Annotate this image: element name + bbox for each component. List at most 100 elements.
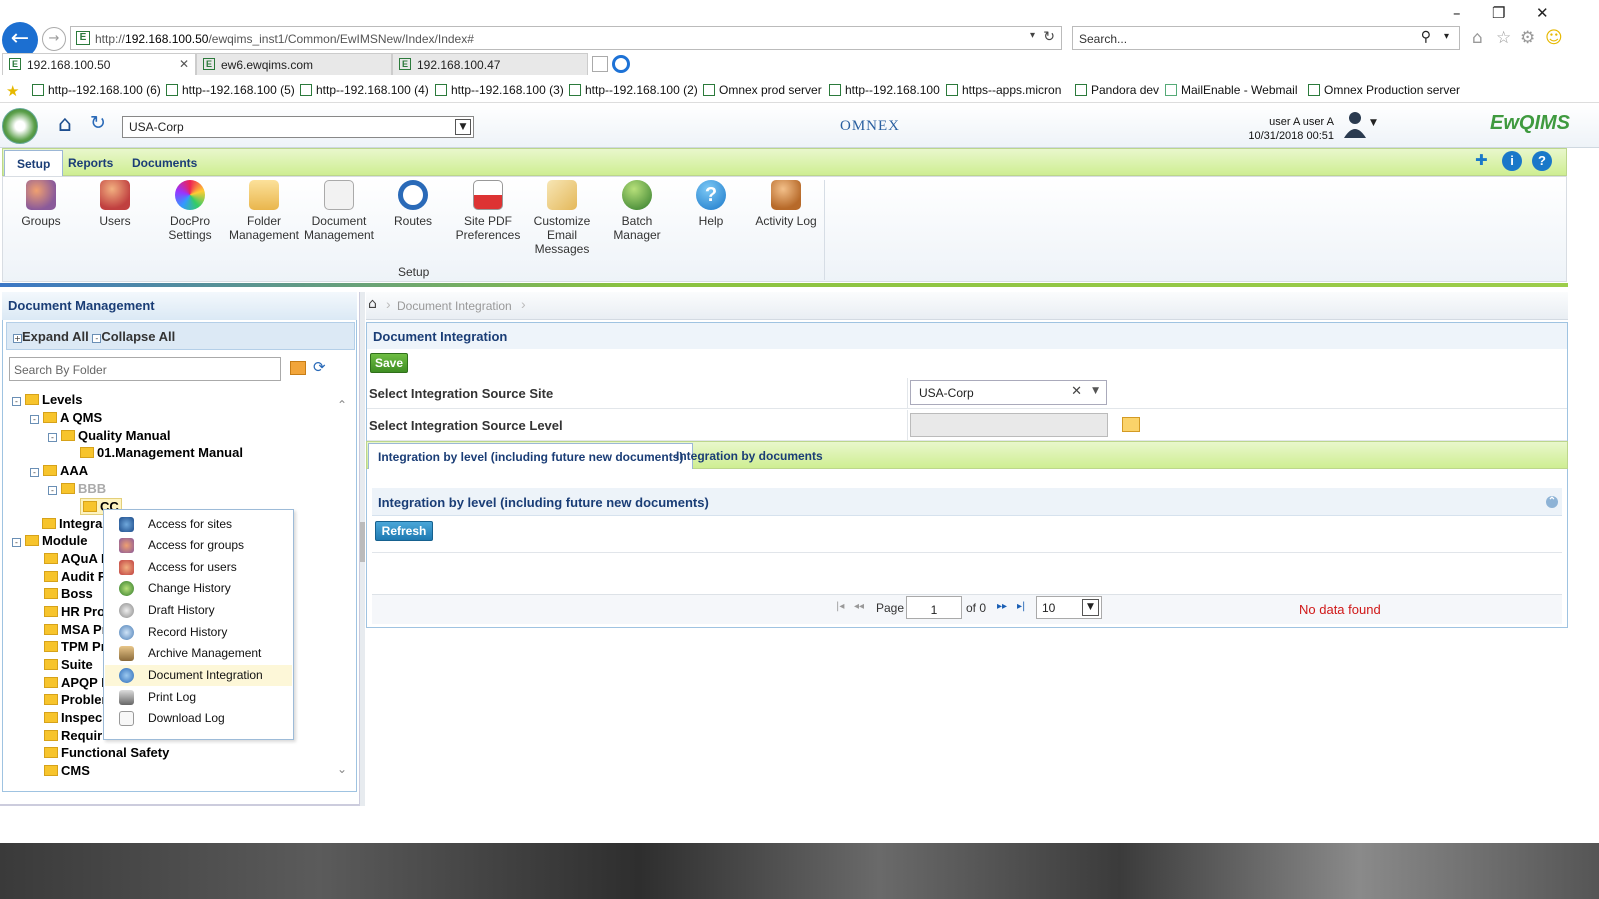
menu-item-print-log[interactable]: Print Log [105, 687, 292, 708]
tab-setup[interactable]: Setup [4, 150, 64, 176]
tree-scrollbar[interactable]: ⌃ ⌄ [335, 392, 353, 780]
chevron-down-icon[interactable]: ▼ [1082, 599, 1099, 616]
menu-item-access-sites[interactable]: Access for sites [105, 514, 292, 535]
collapse-section-icon[interactable]: ⌃ [1546, 496, 1558, 508]
panel-splitter[interactable] [359, 292, 365, 806]
source-level-input[interactable] [910, 413, 1108, 437]
page-number-input[interactable]: 1 [906, 596, 962, 619]
tree-node[interactable]: 01.Management Manual [80, 445, 243, 460]
save-button[interactable]: Save [370, 353, 408, 373]
address-dropdown-icon[interactable]: ▾ [1030, 30, 1035, 41]
close-tab-icon[interactable]: ✕ [179, 57, 189, 71]
favorite-link[interactable]: http--192.168.100 (5) [166, 83, 295, 97]
close-window-icon[interactable]: ✕ [1536, 4, 1549, 22]
prev-page-icon[interactable]: ◂◂ [854, 601, 864, 612]
tree-node[interactable]: APQP F [44, 675, 109, 690]
level-tree-picker-icon[interactable] [1122, 417, 1140, 432]
first-page-icon[interactable]: |◂ [836, 601, 844, 612]
browser-search-box[interactable]: Search... ⚲ ▾ [1072, 26, 1460, 50]
search-dropdown-icon[interactable]: ▾ [1444, 31, 1449, 42]
scroll-down-icon[interactable]: ⌄ [337, 762, 347, 776]
refresh-icon[interactable]: ↻ [90, 112, 106, 134]
folder-refresh-icon[interactable]: ⟳ [313, 358, 326, 376]
tree-node[interactable]: Boss [44, 586, 93, 601]
favorite-link[interactable]: http--192.168.100 (3) [435, 83, 564, 97]
expand-all-button[interactable]: +Expand All [13, 329, 89, 344]
feedback-smiley-icon[interactable]: ☺ [1545, 28, 1563, 48]
tree-node[interactable]: MSA Pr [44, 622, 107, 637]
source-site-select[interactable]: USA-Corp ✕ ▼ [910, 380, 1107, 405]
chevron-down-icon[interactable]: ▼ [455, 119, 471, 135]
favorite-link[interactable]: http--192.168.100 (4) [300, 83, 429, 97]
tree-node[interactable]: - AAA [30, 463, 88, 478]
favorite-link[interactable]: http--192.168.100 (2) [569, 83, 698, 97]
scroll-up-icon[interactable]: ⌃ [337, 398, 347, 412]
document-management-button[interactable]: Document Management [302, 180, 376, 242]
tree-node[interactable]: CMS [44, 763, 90, 778]
tab-reports[interactable]: Reports [56, 150, 125, 176]
favorite-link[interactable]: http--192.168.100 (6) [32, 83, 161, 97]
favorite-link[interactable]: Omnex prod server [703, 83, 822, 97]
tab-integration-by-level[interactable]: Integration by level (including future n… [368, 443, 694, 469]
tab-integration-by-documents[interactable]: Integration by documents [667, 443, 832, 469]
tree-node[interactable]: Audit F [44, 569, 106, 584]
menu-item-draft-history[interactable]: Draft History [105, 600, 292, 621]
menu-item-record-history[interactable]: Record History [105, 622, 292, 643]
tab-documents[interactable]: Documents [120, 150, 209, 176]
favorites-star-icon[interactable]: ☆ [1496, 28, 1511, 48]
menu-item-access-users[interactable]: Access for users [105, 557, 292, 578]
tree-node[interactable]: - Quality Manual [48, 428, 170, 443]
favorite-link[interactable]: http--192.168.100 [829, 83, 940, 97]
docpro-settings-button[interactable]: DocPro Settings [153, 180, 227, 242]
pin-icon[interactable]: ✚ [1475, 151, 1488, 169]
tree-node[interactable]: -A QMS [30, 410, 102, 425]
tree-node[interactable]: TPM Pr [44, 639, 106, 654]
settings-gear-icon[interactable]: ⚙ [1520, 28, 1535, 48]
last-page-icon[interactable]: ▸| [1017, 601, 1025, 612]
search-icon[interactable]: ⚲ [1421, 29, 1431, 45]
users-button[interactable]: Users [78, 180, 152, 228]
next-page-icon[interactable]: ▸▸ [997, 601, 1007, 612]
favorites-bar-star-icon[interactable]: ★ [6, 82, 19, 100]
browser-tab-2[interactable]: E ew6.ewqims.com [196, 53, 392, 75]
collapse-all-button[interactable]: - Collapse All [92, 329, 175, 344]
folder-search-icon[interactable] [290, 361, 306, 375]
tree-node[interactable]: HR Pro [44, 604, 105, 619]
clear-icon[interactable]: ✕ [1071, 384, 1082, 399]
app-logo[interactable] [2, 108, 38, 144]
user-avatar-icon[interactable] [1342, 110, 1368, 138]
help-button[interactable]: ? Help [674, 180, 748, 228]
menu-item-access-groups[interactable]: Access for groups [105, 535, 292, 556]
user-menu-chevron-icon[interactable]: ▼ [1370, 118, 1377, 128]
page-size-select[interactable]: 10 ▼ [1036, 596, 1102, 619]
tree-node[interactable]: Functional Safety [44, 745, 169, 760]
tree-node[interactable]: Integra [42, 516, 102, 531]
menu-item-download-log[interactable]: Download Log [105, 708, 292, 729]
home-browser-icon[interactable]: ⌂ [1472, 28, 1483, 48]
new-tab-icon[interactable] [592, 56, 608, 72]
batch-manager-button[interactable]: Batch Manager [600, 180, 674, 242]
favorite-link[interactable]: Omnex Production server [1308, 83, 1460, 97]
help-circle-icon[interactable]: ? [1532, 151, 1552, 171]
site-select[interactable]: USA-Corp ▼ [122, 116, 474, 138]
ie-icon[interactable] [612, 55, 630, 73]
groups-button[interactable]: Groups [4, 180, 78, 228]
tree-node[interactable]: - BBB [48, 481, 106, 496]
favorite-link[interactable]: Pandora dev [1075, 83, 1159, 97]
routes-button[interactable]: Routes [376, 180, 450, 228]
menu-item-change-history[interactable]: Change History [105, 578, 292, 599]
customize-email-messages-button[interactable]: Customize Email Messages [525, 180, 599, 256]
tree-node[interactable]: Probler [44, 692, 107, 707]
tree-node[interactable]: AQuA F [44, 551, 109, 566]
tree-node[interactable]: Requir [44, 728, 102, 743]
info-icon[interactable]: i [1502, 151, 1522, 171]
chevron-down-icon[interactable]: ▼ [1092, 386, 1099, 396]
browser-tab-1[interactable]: E 192.168.100.50 ✕ [2, 53, 196, 75]
activity-log-button[interactable]: Activity Log [749, 180, 823, 228]
tree-node-levels[interactable]: - Levels [12, 392, 82, 407]
favorite-link[interactable]: MailEnable - Webmail [1165, 83, 1298, 97]
tree-node[interactable]: Inspec [44, 710, 102, 725]
maximize-icon[interactable]: ❐ [1492, 4, 1505, 22]
home-icon[interactable]: ⌂ [58, 112, 72, 137]
browser-tab-3[interactable]: E 192.168.100.47 [392, 53, 588, 75]
